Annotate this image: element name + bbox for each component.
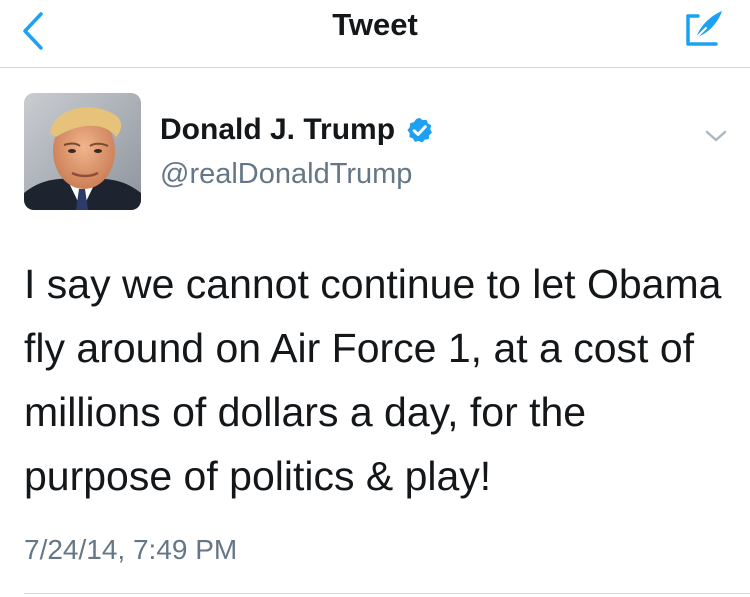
tweet-timestamp[interactable]: 7/24/14, 7:49 PM [24, 530, 237, 570]
navigation-bar: Tweet [0, 0, 750, 68]
compose-feather-icon [686, 11, 722, 46]
tweet-options-button[interactable] [696, 116, 736, 156]
tweet-header: Donald J. Trump @realDonaldTrump [0, 68, 750, 228]
profile-photo-image [24, 93, 141, 210]
verified-badge-icon [407, 117, 432, 143]
chevron-down-icon [705, 130, 727, 142]
tweet-text: I say we cannot continue to let Obama fl… [24, 261, 722, 499]
page-title: Tweet [332, 7, 418, 42]
author-name-row[interactable]: Donald J. Trump [160, 112, 434, 148]
divider [24, 593, 750, 594]
author-name: Donald J. Trump [160, 113, 396, 146]
author-handle[interactable]: @realDonaldTrump [160, 156, 412, 192]
compose-tweet-button[interactable] [676, 3, 732, 53]
avatar[interactable] [24, 93, 141, 210]
